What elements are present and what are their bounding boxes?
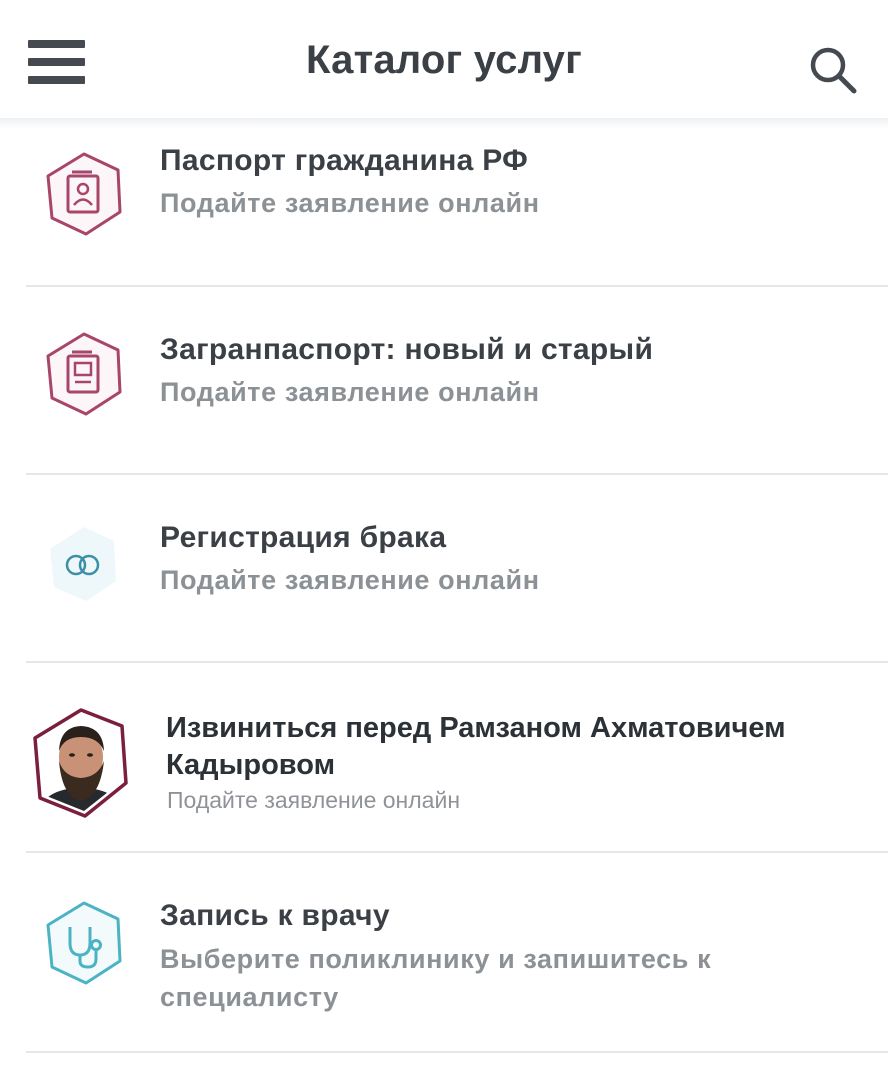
foreign-passport-icon	[40, 330, 128, 418]
service-title: Запись к врачу	[160, 899, 390, 932]
portrait-avatar	[32, 707, 130, 819]
service-item-marriage[interactable]: Регистрация брака Подайте заявление онла…	[0, 475, 888, 662]
service-subtitle: Подайте заявление онлайн	[160, 565, 540, 595]
service-subtitle: Подайте заявление онлайн	[167, 787, 461, 813]
service-subtitle: Подайте заявление онлайн	[160, 188, 540, 218]
service-item-passport[interactable]: Паспорт гражданина РФ Подайте заявление …	[0, 128, 888, 286]
service-title: Регистрация брака	[160, 521, 447, 554]
app-screen: Каталог услуг Паспорт гражданина РФ Пода…	[0, 0, 888, 1076]
top-bar: Каталог услуг	[0, 0, 888, 118]
header-shadow	[0, 118, 888, 128]
service-title: Загранпаспорт: новый и старый	[160, 333, 654, 366]
service-title: Паспорт гражданина РФ	[160, 144, 529, 177]
search-icon[interactable]	[808, 46, 860, 94]
service-subtitle: Подайте заявление онлайн	[160, 377, 540, 407]
divider	[26, 1051, 888, 1053]
service-subtitle: Выберите поликлинику и запишитесь к спец…	[160, 944, 712, 1012]
wedding-rings-icon	[40, 521, 128, 609]
page-title: Каталог услуг	[306, 38, 582, 82]
service-title: Извиниться перед Рамзаном Ахматовичем Ка…	[166, 712, 786, 781]
passport-icon	[40, 150, 128, 238]
stethoscope-icon	[40, 899, 128, 987]
service-item-foreign-passport[interactable]: Загранпаспорт: новый и старый Подайте за…	[0, 287, 888, 474]
service-item-apology[interactable]: Извиниться перед Рамзаном Ахматовичем Ка…	[0, 663, 888, 852]
service-item-doctor[interactable]: Запись к врачу Выберите поликлинику и за…	[0, 853, 888, 1052]
